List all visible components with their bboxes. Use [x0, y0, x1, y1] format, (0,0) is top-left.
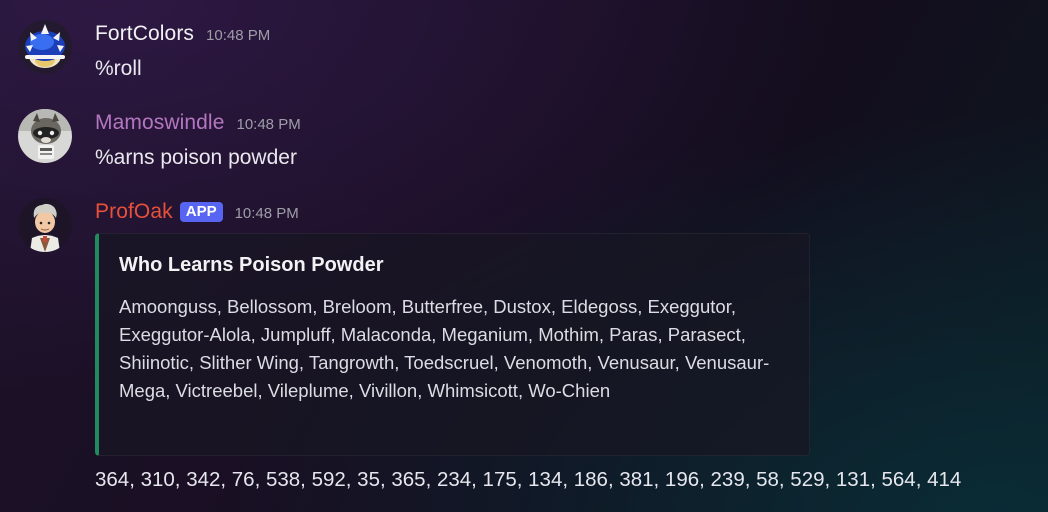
embed-card: Who Learns Poison Powder Amoonguss, Bell… [95, 233, 810, 456]
message-content: %arns poison powder [95, 146, 297, 169]
username[interactable]: Mamoswindle [95, 111, 224, 135]
raccoon-avatar-icon[interactable] [18, 109, 72, 163]
username[interactable]: FortColors [95, 22, 194, 46]
username[interactable]: ProfOak [95, 200, 173, 224]
message-followup: 364, 310, 342, 76, 538, 592, 35, 365, 23… [95, 468, 962, 491]
message-content: %roll [95, 57, 142, 80]
embed-description: Amoonguss, Bellossom, Breloom, Butterfre… [119, 296, 770, 401]
timestamp: 10:48 PM [236, 116, 301, 133]
app-badge: APP [179, 202, 223, 222]
embed-title: Who Learns Poison Powder [119, 254, 384, 276]
blue-shell-icon[interactable] [18, 20, 72, 74]
timestamp: 10:48 PM [206, 27, 271, 44]
prof-oak-avatar-icon[interactable] [18, 198, 72, 252]
timestamp: 10:48 PM [234, 205, 299, 222]
